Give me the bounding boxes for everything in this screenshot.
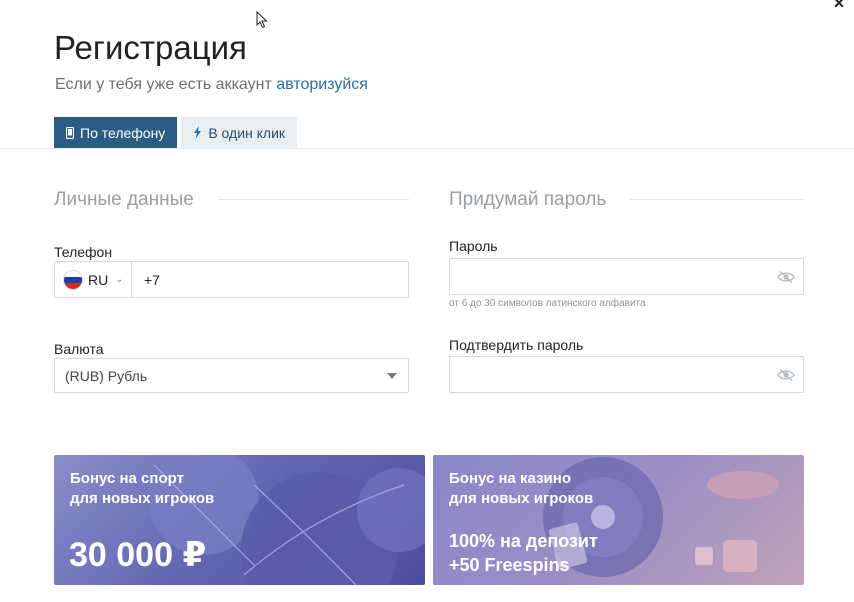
currency-select[interactable]: (RUB) Рубль bbox=[54, 358, 409, 393]
login-prompt-text: Если у тебя уже есть аккаунт bbox=[55, 76, 277, 93]
country-code-select[interactable]: RU ⌄ bbox=[55, 262, 132, 297]
password-field bbox=[449, 258, 804, 295]
sport-bonus-amount: 30 000 ₽ bbox=[69, 536, 207, 574]
lightning-icon bbox=[194, 126, 202, 139]
eye-off-icon[interactable] bbox=[777, 270, 795, 284]
eye-off-icon[interactable] bbox=[777, 368, 795, 382]
confirm-password-label: Подтвердить пароль bbox=[449, 337, 584, 353]
personal-section-divider bbox=[218, 199, 409, 200]
currency-label: Валюта bbox=[54, 341, 104, 357]
country-code-label: RU bbox=[88, 271, 109, 288]
login-prompt: Если у тебя уже есть аккаунт авторизуйся bbox=[55, 76, 368, 94]
password-section-title: Придумай пароль bbox=[449, 189, 607, 210]
password-label: Пароль bbox=[449, 238, 498, 254]
registration-tabs: По телефону В один клик bbox=[54, 117, 298, 148]
sport-bonus-line1: Бонус на спорт bbox=[70, 470, 184, 487]
currency-value: (RUB) Рубль bbox=[65, 367, 148, 384]
close-button[interactable]: × bbox=[829, 0, 849, 12]
chevron-down-icon: ⌄ bbox=[115, 274, 124, 285]
casino-bonus-offer: 100% на депозит +50 Freespins bbox=[449, 529, 598, 577]
personal-section-title: Личные данные bbox=[54, 189, 194, 210]
phone-icon bbox=[66, 126, 74, 139]
confirm-password-input[interactable] bbox=[450, 357, 777, 392]
phone-field: RU ⌄ bbox=[54, 261, 409, 298]
casino-bonus-line2: для новых игроков bbox=[449, 490, 594, 507]
mouse-cursor-icon bbox=[256, 11, 268, 29]
tab-by-phone[interactable]: По телефону bbox=[54, 117, 178, 148]
login-link[interactable]: авторизуйся bbox=[276, 76, 368, 93]
password-hint: от 6 до 30 символов латинского алфавита bbox=[449, 298, 646, 309]
sport-bonus-line2: для новых игроков bbox=[70, 490, 215, 507]
confirm-password-field bbox=[449, 356, 804, 393]
password-input[interactable] bbox=[450, 259, 777, 294]
casino-bonus-banner[interactable]: Бонус на казино для новых игроков 100% н… bbox=[433, 455, 804, 585]
tab-one-click[interactable]: В один клик bbox=[181, 117, 298, 148]
casino-bonus-line1: Бонус на казино bbox=[449, 470, 571, 487]
registration-modal: × Регистрация Если у тебя уже есть аккау… bbox=[0, 0, 854, 602]
password-section-divider bbox=[630, 199, 804, 200]
russia-flag-icon bbox=[63, 269, 83, 290]
tab-by-phone-label: По телефону bbox=[80, 124, 166, 141]
dropdown-arrow-icon bbox=[387, 373, 397, 379]
phone-label: Телефон bbox=[54, 244, 113, 260]
phone-input[interactable] bbox=[132, 262, 408, 297]
casino-bonus-title: Бонус на казино для новых игроков bbox=[449, 469, 593, 509]
casino-bonus-offer2: +50 Freespins bbox=[449, 555, 570, 575]
sport-bonus-title: Бонус на спорт для новых игроков bbox=[70, 469, 214, 509]
tabs-divider bbox=[0, 148, 854, 149]
sport-bonus-banner[interactable]: Бонус на спорт для новых игроков 30 000 … bbox=[54, 455, 425, 585]
tab-one-click-label: В один клик bbox=[208, 124, 286, 141]
casino-bonus-offer1: 100% на депозит bbox=[449, 531, 598, 551]
page-title: Регистрация bbox=[54, 29, 247, 66]
